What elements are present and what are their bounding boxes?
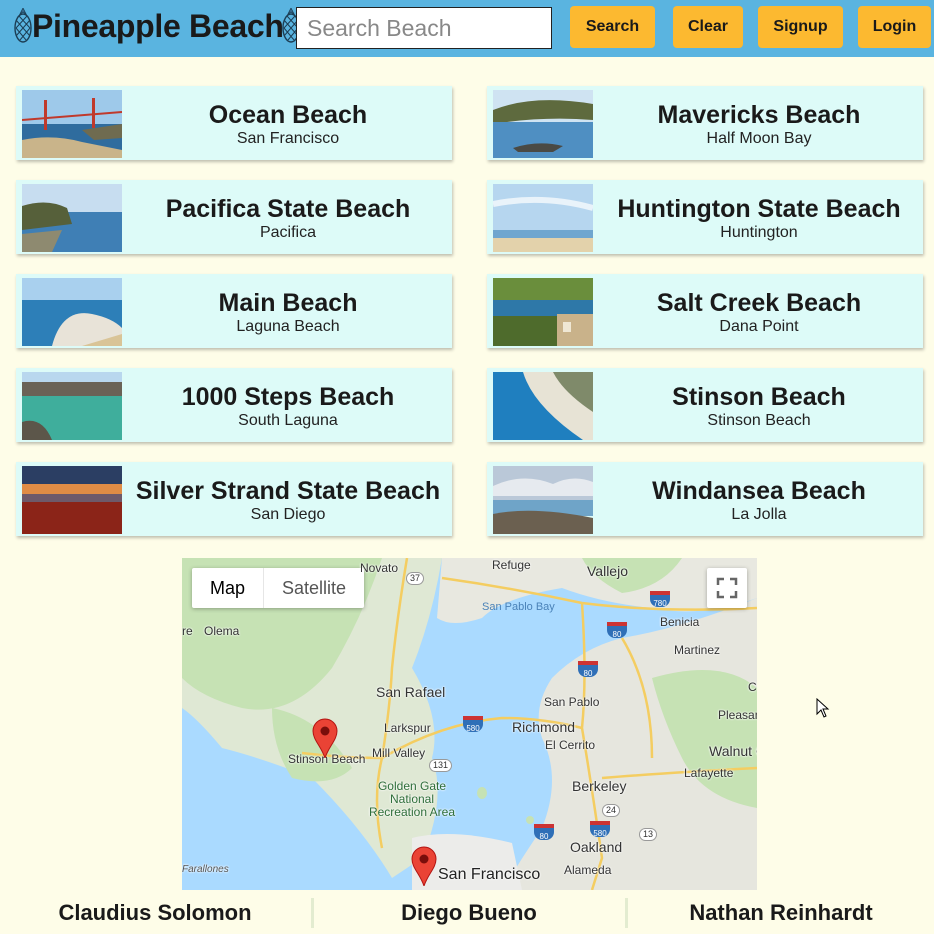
route-shield: 37 bbox=[406, 572, 425, 585]
beach-card-huntington-state-beach[interactable]: Huntington State Beach Huntington bbox=[487, 180, 923, 254]
interstate-shield: 80 bbox=[534, 824, 554, 841]
map-label: Refuge bbox=[492, 558, 531, 572]
beach-card-salt-creek-beach[interactable]: Salt Creek Beach Dana Point bbox=[487, 274, 923, 348]
beach-city: Stinson Beach bbox=[707, 412, 811, 429]
beach-city: La Jolla bbox=[731, 506, 787, 523]
beach-name: Ocean Beach bbox=[208, 101, 368, 129]
map-label: Farallones bbox=[182, 864, 229, 875]
map-label: Oakland bbox=[570, 839, 623, 855]
beach-city: San Diego bbox=[250, 506, 326, 523]
map-marker-icon[interactable] bbox=[411, 846, 437, 886]
login-button[interactable]: Login bbox=[858, 6, 931, 48]
beach-name: Huntington State Beach bbox=[617, 195, 901, 223]
map-label: Lafayette bbox=[684, 766, 734, 780]
top-nav-bar: Pineapple Beach Search Clear Signup Logi… bbox=[0, 0, 934, 57]
map-label: San Pablo Bay bbox=[482, 601, 555, 613]
beach-name: Silver Strand State Beach bbox=[135, 477, 441, 505]
team-footer: Claudius Solomon Diego Bueno Nathan Rein… bbox=[0, 896, 934, 932]
route-shield: 13 bbox=[639, 828, 658, 841]
map-label: Larkspur bbox=[384, 721, 431, 735]
beach-thumbnail bbox=[22, 372, 122, 440]
map-widget[interactable]: Map Satellite Novato Refuge Vallejo San … bbox=[182, 558, 757, 890]
map-label: San Francisco bbox=[438, 866, 541, 883]
beach-card-silver-strand-state-beach[interactable]: Silver Strand State Beach San Diego bbox=[16, 462, 452, 536]
interstate-shield: 580 bbox=[590, 821, 610, 838]
team-member: Diego Bueno bbox=[401, 900, 537, 925]
beach-name: Stinson Beach bbox=[672, 383, 846, 411]
beach-name: 1000 Steps Beach bbox=[181, 383, 395, 411]
map-label: Pleasan bbox=[718, 708, 757, 722]
beach-thumbnail bbox=[22, 466, 122, 534]
beach-name: Salt Creek Beach bbox=[656, 289, 862, 317]
beach-city: San Francisco bbox=[236, 130, 340, 147]
search-button[interactable]: Search bbox=[570, 6, 655, 48]
map-label: C bbox=[748, 680, 757, 694]
beach-city: Dana Point bbox=[719, 318, 799, 335]
map-label: Richmond bbox=[512, 719, 576, 735]
mouse-cursor-icon bbox=[816, 698, 830, 718]
interstate-shield: 580 bbox=[463, 716, 483, 733]
beach-city: Huntington bbox=[720, 224, 798, 241]
route-shield: 24 bbox=[602, 804, 621, 817]
beach-thumbnail bbox=[493, 184, 593, 252]
map-label: Novato bbox=[360, 561, 399, 575]
beach-card-pacifica-state-beach[interactable]: Pacifica State Beach Pacifica bbox=[16, 180, 452, 254]
search-input[interactable] bbox=[296, 7, 552, 49]
beach-thumbnail bbox=[22, 90, 122, 158]
beach-city: Pacifica bbox=[259, 224, 317, 241]
beach-thumbnail bbox=[493, 372, 593, 440]
map-label: Olema bbox=[204, 624, 240, 638]
map-label: Martinez bbox=[674, 643, 721, 657]
pineapple-icon bbox=[14, 8, 32, 43]
beach-thumbnail bbox=[22, 278, 122, 346]
map-label: Berkeley bbox=[572, 778, 627, 794]
beach-card-stinson-beach[interactable]: Stinson Beach Stinson Beach bbox=[487, 368, 923, 442]
map-label: Benicia bbox=[660, 615, 700, 629]
route-shield: 131 bbox=[429, 759, 453, 772]
beach-card-ocean-beach[interactable]: Ocean Beach San Francisco bbox=[16, 86, 452, 160]
team-member: Claudius Solomon bbox=[58, 900, 252, 925]
beach-card-main-beach[interactable]: Main Beach Laguna Beach bbox=[16, 274, 452, 348]
map-label: Golden Gate National Recreation Area bbox=[368, 779, 456, 819]
interstate-shield: 80 bbox=[578, 661, 598, 678]
fullscreen-icon bbox=[716, 577, 738, 599]
map-label: San Rafael bbox=[376, 684, 446, 700]
map-label: San Pablo bbox=[544, 695, 600, 709]
beach-thumbnail bbox=[493, 90, 593, 158]
fullscreen-button[interactable] bbox=[707, 568, 747, 608]
map-label: Walnut C bbox=[709, 743, 757, 759]
map-type-map-button[interactable]: Map bbox=[192, 568, 265, 608]
site-title: Pineapple Beach bbox=[32, 8, 284, 44]
clear-button[interactable]: Clear bbox=[673, 6, 743, 48]
map-type-control: Map Satellite bbox=[192, 568, 365, 608]
team-member: Nathan Reinhardt bbox=[689, 900, 873, 925]
beach-thumbnail bbox=[22, 184, 122, 252]
beach-city: Half Moon Bay bbox=[706, 130, 812, 147]
map-label: El Cerrito bbox=[545, 738, 596, 752]
beach-city: South Laguna bbox=[238, 412, 338, 429]
signup-button[interactable]: Signup bbox=[758, 6, 843, 48]
map-label: Alameda bbox=[564, 863, 612, 877]
beach-thumbnail bbox=[493, 278, 593, 346]
beach-city: Laguna Beach bbox=[236, 318, 340, 335]
beach-name: Main Beach bbox=[218, 289, 358, 317]
beach-thumbnail bbox=[493, 466, 593, 534]
map-type-satellite-button[interactable]: Satellite bbox=[264, 568, 364, 608]
beach-card-1000-steps-beach[interactable]: 1000 Steps Beach South Laguna bbox=[16, 368, 452, 442]
map-marker-icon[interactable] bbox=[312, 718, 338, 758]
map-label: re bbox=[182, 624, 193, 638]
beach-card-mavericks-beach[interactable]: Mavericks Beach Half Moon Bay bbox=[487, 86, 923, 160]
beach-card-windansea-beach[interactable]: Windansea Beach La Jolla bbox=[487, 462, 923, 536]
map-label: Mill Valley bbox=[372, 746, 426, 760]
beach-name: Pacifica State Beach bbox=[165, 195, 411, 223]
interstate-shield: 80 bbox=[607, 622, 627, 639]
beach-name: Windansea Beach bbox=[652, 477, 866, 505]
map-label: Vallejo bbox=[587, 563, 628, 579]
beach-name: Mavericks Beach bbox=[657, 101, 861, 129]
interstate-shield: 780 bbox=[650, 591, 670, 608]
